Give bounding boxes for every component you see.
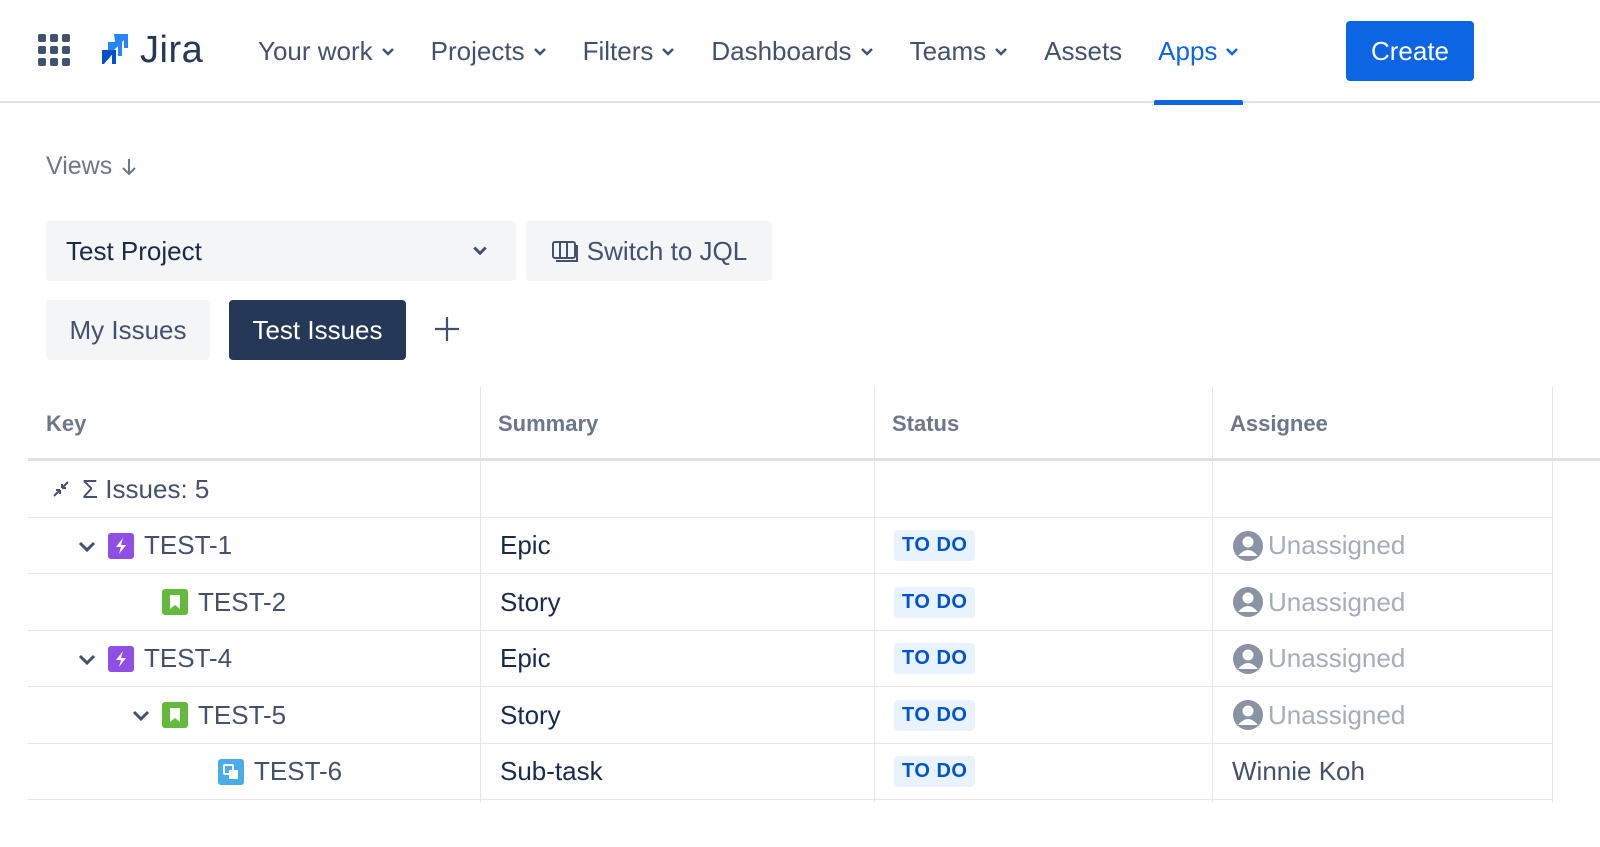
subtask-icon bbox=[218, 758, 244, 785]
chevron-down-icon bbox=[473, 246, 487, 256]
nav-dashboards[interactable]: Dashboards bbox=[693, 0, 891, 103]
chevron-down-icon[interactable] bbox=[76, 648, 98, 670]
table-header: Key Summary Status Assignee bbox=[28, 387, 1600, 461]
nav-projects-label: Projects bbox=[430, 36, 525, 66]
jql-icon bbox=[551, 241, 578, 262]
issue-key-link[interactable]: TEST-5 bbox=[198, 700, 286, 731]
switch-to-jql-button[interactable]: Switch to JQL bbox=[526, 221, 772, 281]
top-navigation: Jira Your work Projects Filters Dashboar… bbox=[0, 0, 1600, 105]
chevron-down-icon bbox=[995, 47, 1008, 56]
nav-apps-label: Apps bbox=[1158, 36, 1218, 66]
project-select[interactable]: Test Project bbox=[46, 221, 516, 281]
epic-icon bbox=[108, 645, 134, 672]
assignee-name[interactable]: Unassigned bbox=[1268, 643, 1405, 674]
table-row[interactable]: TEST-2 Story TO DO Unassigned bbox=[28, 574, 1552, 631]
issues-table: Key Summary Status Assignee Σ Issues: 5 … bbox=[28, 387, 1600, 802]
nav-dashboards-label: Dashboards bbox=[711, 36, 852, 66]
status-badge[interactable]: TO DO bbox=[894, 699, 976, 731]
tab-my-issues[interactable]: My Issues bbox=[46, 300, 210, 360]
issue-key-link[interactable]: TEST-4 bbox=[144, 643, 232, 674]
app-switcher-icon[interactable] bbox=[38, 34, 70, 66]
assignee-name[interactable]: Unassigned bbox=[1268, 587, 1405, 618]
column-header-key[interactable]: Key bbox=[28, 387, 480, 461]
issue-summary[interactable]: Story bbox=[480, 687, 874, 743]
switch-to-jql-label: Switch to JQL bbox=[586, 235, 748, 266]
column-header-assignee[interactable]: Assignee bbox=[1212, 387, 1552, 461]
nav-apps[interactable]: Apps bbox=[1140, 0, 1257, 105]
nav-teams[interactable]: Teams bbox=[892, 0, 1027, 103]
nav-teams-label: Teams bbox=[909, 36, 987, 66]
chevron-down-icon[interactable] bbox=[76, 535, 98, 557]
unassigned-avatar-icon bbox=[1233, 643, 1263, 674]
issue-key-link[interactable]: TEST-6 bbox=[254, 756, 342, 787]
status-badge[interactable]: TO DO bbox=[894, 756, 976, 787]
table-row[interactable]: TEST-6 Sub-task TO DO Winnie Koh bbox=[28, 744, 1552, 800]
column-header-status[interactable]: Status bbox=[874, 387, 1212, 461]
nav-your-work[interactable]: Your work bbox=[240, 0, 413, 103]
issue-summary[interactable]: Epic bbox=[480, 518, 874, 574]
add-view-icon[interactable] bbox=[432, 314, 462, 344]
summary-row: Σ Issues: 5 bbox=[28, 461, 1552, 518]
unassigned-avatar-icon bbox=[1233, 530, 1263, 561]
nav-assets[interactable]: Assets bbox=[1026, 0, 1140, 103]
assignee-name[interactable]: Winnie Koh bbox=[1232, 756, 1365, 787]
column-header-summary[interactable]: Summary bbox=[480, 387, 874, 461]
chevron-down-icon bbox=[381, 47, 394, 56]
status-badge[interactable]: TO DO bbox=[894, 530, 976, 561]
nav-projects[interactable]: Projects bbox=[413, 0, 565, 103]
nav-filters[interactable]: Filters bbox=[565, 0, 694, 103]
story-icon bbox=[162, 589, 188, 615]
nav-your-work-label: Your work bbox=[258, 36, 373, 66]
jira-logo-text: Jira bbox=[140, 28, 204, 71]
issue-summary[interactable]: Sub-task bbox=[480, 744, 874, 800]
nav-filters-label: Filters bbox=[582, 36, 654, 66]
issue-summary[interactable]: Epic bbox=[480, 631, 874, 687]
assignee-name[interactable]: Unassigned bbox=[1268, 530, 1405, 561]
issues-count: Σ Issues: 5 bbox=[82, 473, 210, 504]
collapse-all-icon[interactable] bbox=[50, 478, 72, 500]
primary-nav: Your work Projects Filters Dashboards Te… bbox=[240, 0, 1257, 105]
status-badge[interactable]: TO DO bbox=[894, 586, 976, 618]
unassigned-avatar-icon bbox=[1233, 587, 1263, 617]
jira-logo-icon bbox=[102, 34, 128, 64]
table-row[interactable]: TEST-5 Story TO DO Unassigned bbox=[28, 687, 1552, 744]
assignee-name[interactable]: Unassigned bbox=[1268, 700, 1405, 731]
table-row[interactable]: TEST-1 Epic TO DO Unassigned bbox=[28, 518, 1552, 574]
chevron-down-icon[interactable] bbox=[130, 704, 152, 726]
tab-test-issues[interactable]: Test Issues bbox=[229, 300, 406, 360]
chevron-down-icon bbox=[1226, 47, 1239, 56]
views-toggle[interactable]: Views bbox=[46, 152, 140, 181]
create-button[interactable]: Create bbox=[1346, 21, 1474, 81]
project-select-value: Test Project bbox=[66, 235, 202, 266]
jira-logo[interactable]: Jira bbox=[94, 28, 203, 72]
story-icon bbox=[162, 702, 188, 728]
tab-test-issues-label: Test Issues bbox=[252, 314, 383, 345]
nav-assets-label: Assets bbox=[1044, 36, 1123, 66]
chevron-down-icon bbox=[662, 47, 675, 56]
tab-my-issues-label: My Issues bbox=[69, 314, 187, 345]
chevron-down-icon bbox=[533, 47, 546, 56]
chevron-down-icon bbox=[860, 47, 873, 56]
status-badge[interactable]: TO DO bbox=[894, 643, 976, 674]
issue-key-link[interactable]: TEST-1 bbox=[144, 530, 232, 561]
issue-key-link[interactable]: TEST-2 bbox=[198, 587, 286, 618]
unassigned-avatar-icon bbox=[1233, 700, 1263, 730]
table-row[interactable]: TEST-4 Epic TO DO Unassigned bbox=[28, 631, 1552, 687]
issue-summary[interactable]: Story bbox=[480, 574, 874, 630]
arrow-down-icon bbox=[122, 158, 136, 175]
views-label: Views bbox=[46, 152, 113, 180]
epic-icon bbox=[108, 532, 134, 559]
